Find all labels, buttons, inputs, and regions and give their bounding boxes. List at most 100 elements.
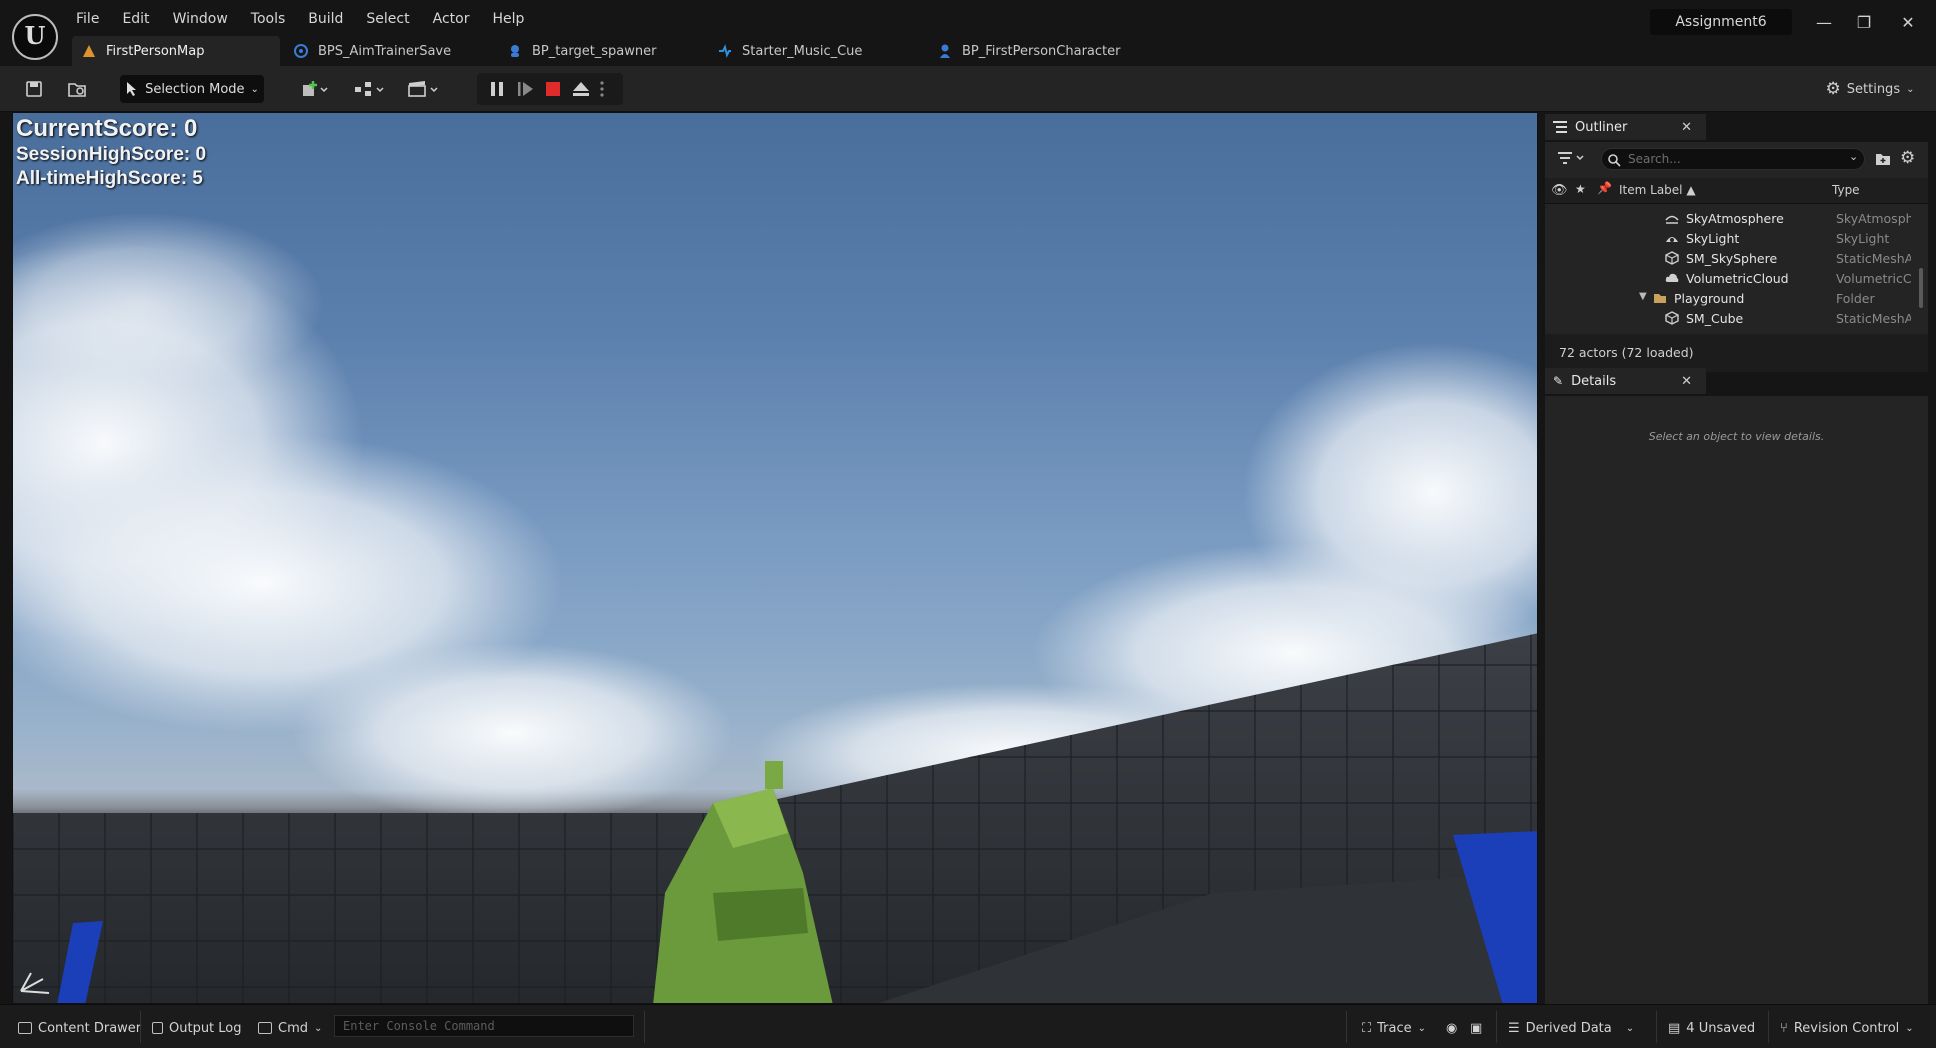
more-options-icon[interactable] xyxy=(597,79,607,99)
document-tabs: FirstPersonMap BPS_AimTrainerSave BP_tar… xyxy=(72,36,1148,66)
add-actor-button[interactable] xyxy=(296,75,336,103)
restore-button[interactable]: ❐ xyxy=(1846,10,1882,36)
outliner-row-label: Playground xyxy=(1674,291,1745,306)
static-mesh-icon xyxy=(1665,311,1679,325)
close-window-button[interactable]: ✕ xyxy=(1890,10,1926,36)
current-score: CurrentScore: 0 xyxy=(16,115,198,142)
output-log-icon xyxy=(152,1022,163,1034)
type-column[interactable]: Type xyxy=(1832,183,1860,197)
screenshot-icon[interactable]: ▣ xyxy=(1470,1017,1482,1039)
settings-button[interactable]: ⚙ Settings ⌄ xyxy=(1820,75,1920,103)
blueprints-button[interactable] xyxy=(350,75,390,103)
chevron-down-icon[interactable]: ⌄ xyxy=(1849,150,1858,163)
favorite-icon[interactable]: ★ xyxy=(1575,182,1586,196)
selection-mode-label: Selection Mode xyxy=(145,81,245,97)
derived-data-dropdown[interactable]: ☰ Derived Data ⌄ xyxy=(1508,1017,1634,1039)
minimize-button[interactable]: — xyxy=(1806,10,1842,36)
selection-mode-dropdown[interactable]: Selection Mode ⌄ xyxy=(120,75,264,103)
details-panel: Select an object to view details. xyxy=(1545,396,1928,1004)
content-drawer-icon xyxy=(18,1022,32,1034)
outliner-row-type: StaticMeshActor xyxy=(1836,311,1911,326)
content-drawer-label: Content Drawer xyxy=(38,1020,142,1036)
close-icon[interactable]: ✕ xyxy=(1681,374,1692,389)
add-actor-icon xyxy=(303,81,328,96)
frame-skip-icon[interactable] xyxy=(515,79,535,99)
chevron-down-icon: ⌄ xyxy=(1906,83,1915,95)
outliner-row[interactable]: SM_SkySphere StaticMeshActor xyxy=(1545,248,1928,268)
menu-edit[interactable]: Edit xyxy=(112,8,159,30)
pause-icon[interactable] xyxy=(487,79,507,99)
close-icon[interactable]: ✕ xyxy=(1681,120,1692,135)
output-log-button[interactable]: Output Log xyxy=(152,1017,242,1039)
outliner-column-header: 👁 ★ 📌 Item Label ▲ Type xyxy=(1545,178,1928,204)
divider xyxy=(140,1011,141,1043)
folder-icon xyxy=(1654,294,1666,303)
revision-control-dropdown[interactable]: ⑂ Revision Control ⌄ xyxy=(1780,1017,1914,1039)
level-viewport[interactable]: CurrentScore: 0 SessionHighScore: 0 All-… xyxy=(12,112,1538,1004)
divider xyxy=(1768,1011,1769,1043)
gear-icon[interactable]: ⚙ xyxy=(1900,148,1915,168)
derived-data-icon: ☰ xyxy=(1508,1020,1520,1036)
unsaved-button[interactable]: ▤ 4 Unsaved xyxy=(1668,1017,1755,1039)
menu-file[interactable]: File xyxy=(66,8,109,30)
details-tab[interactable]: ✎ Details ✕ xyxy=(1545,368,1706,394)
details-hint: Select an object to view details. xyxy=(1648,430,1825,443)
chevron-down-icon: ⌄ xyxy=(1417,1022,1426,1034)
weapon-sight xyxy=(765,761,783,789)
menu-help[interactable]: Help xyxy=(482,8,534,30)
outliner-scrollbar[interactable] xyxy=(1919,268,1923,308)
stop-icon[interactable] xyxy=(543,79,563,99)
branch-icon: ⑂ xyxy=(1780,1020,1788,1036)
play-controls xyxy=(477,73,623,105)
revision-control-label: Revision Control xyxy=(1793,1020,1900,1036)
tab-bps-aimtrainersave[interactable]: BPS_AimTrainerSave xyxy=(284,36,494,66)
project-name: Assignment6 xyxy=(1650,9,1792,35)
tab-firstpersonmap[interactable]: FirstPersonMap xyxy=(72,36,280,66)
outliner-search-input[interactable]: Search... xyxy=(1601,148,1865,170)
outliner-row[interactable]: VolumetricCloud VolumetricCloud xyxy=(1545,268,1928,288)
outliner-row-label: SkyLight xyxy=(1686,231,1740,246)
menu-actor[interactable]: Actor xyxy=(423,8,480,30)
menu-build[interactable]: Build xyxy=(298,8,353,30)
menu-select[interactable]: Select xyxy=(356,8,419,30)
eject-icon[interactable] xyxy=(571,79,591,99)
session-high-score: SessionHighScore: 0 xyxy=(16,144,207,165)
outliner-row[interactable]: SM_Cube StaticMeshActor xyxy=(1545,308,1928,328)
console-command-input[interactable]: Enter Console Command xyxy=(334,1015,634,1037)
tab-bp-firstpersoncharacter[interactable]: BP_FirstPersonCharacter xyxy=(928,36,1148,66)
expand-arrow-icon[interactable]: ▼ xyxy=(1639,291,1647,302)
tab-label: FirstPersonMap xyxy=(106,43,205,59)
unreal-logo-icon[interactable]: U xyxy=(12,14,58,60)
skylight-icon xyxy=(1666,237,1678,242)
outliner-tab[interactable]: Outliner ✕ xyxy=(1545,114,1706,140)
details-title: Details xyxy=(1571,373,1617,389)
menu-window[interactable]: Window xyxy=(163,8,238,30)
trace-label: Trace xyxy=(1377,1020,1412,1036)
viewport-scene xyxy=(13,213,1537,1003)
pin-icon[interactable]: 📌 xyxy=(1597,181,1612,195)
outliner-row[interactable]: SkyAtmosphere SkyAtmosphere xyxy=(1545,208,1928,228)
menu-tools[interactable]: Tools xyxy=(241,8,296,30)
cinematics-button[interactable] xyxy=(404,75,444,103)
save-icon[interactable] xyxy=(22,75,46,103)
cursor-icon xyxy=(127,82,137,96)
divider xyxy=(1346,1011,1347,1043)
item-label-column[interactable]: Item Label ▲ xyxy=(1619,183,1696,197)
browse-content-icon[interactable] xyxy=(64,75,90,103)
visibility-icon[interactable]: 👁 xyxy=(1551,183,1568,198)
record-icon[interactable]: ◉ xyxy=(1446,1017,1457,1039)
add-folder-icon[interactable] xyxy=(1875,152,1891,166)
outliner-row-label: SM_Cube xyxy=(1686,311,1744,326)
tab-starter-music-cue[interactable]: Starter_Music_Cue xyxy=(708,36,924,66)
trace-dropdown[interactable]: ⛶ Trace ⌄ xyxy=(1362,1017,1426,1039)
filter-icon[interactable] xyxy=(1557,150,1587,170)
cmd-dropdown[interactable]: Cmd ⌄ xyxy=(258,1017,322,1039)
outliner-row[interactable]: ▼ Playground Folder xyxy=(1545,288,1928,308)
outliner-row-type: Folder xyxy=(1836,291,1875,306)
pencil-icon: ✎ xyxy=(1553,374,1564,388)
outliner-row[interactable]: SkyLight SkyLight xyxy=(1545,228,1928,248)
content-drawer-button[interactable]: Content Drawer xyxy=(18,1017,141,1039)
actor-blueprint-icon xyxy=(511,45,519,57)
search-icon xyxy=(1608,154,1621,167)
tab-bp-target-spawner[interactable]: BP_target_spawner xyxy=(498,36,704,66)
